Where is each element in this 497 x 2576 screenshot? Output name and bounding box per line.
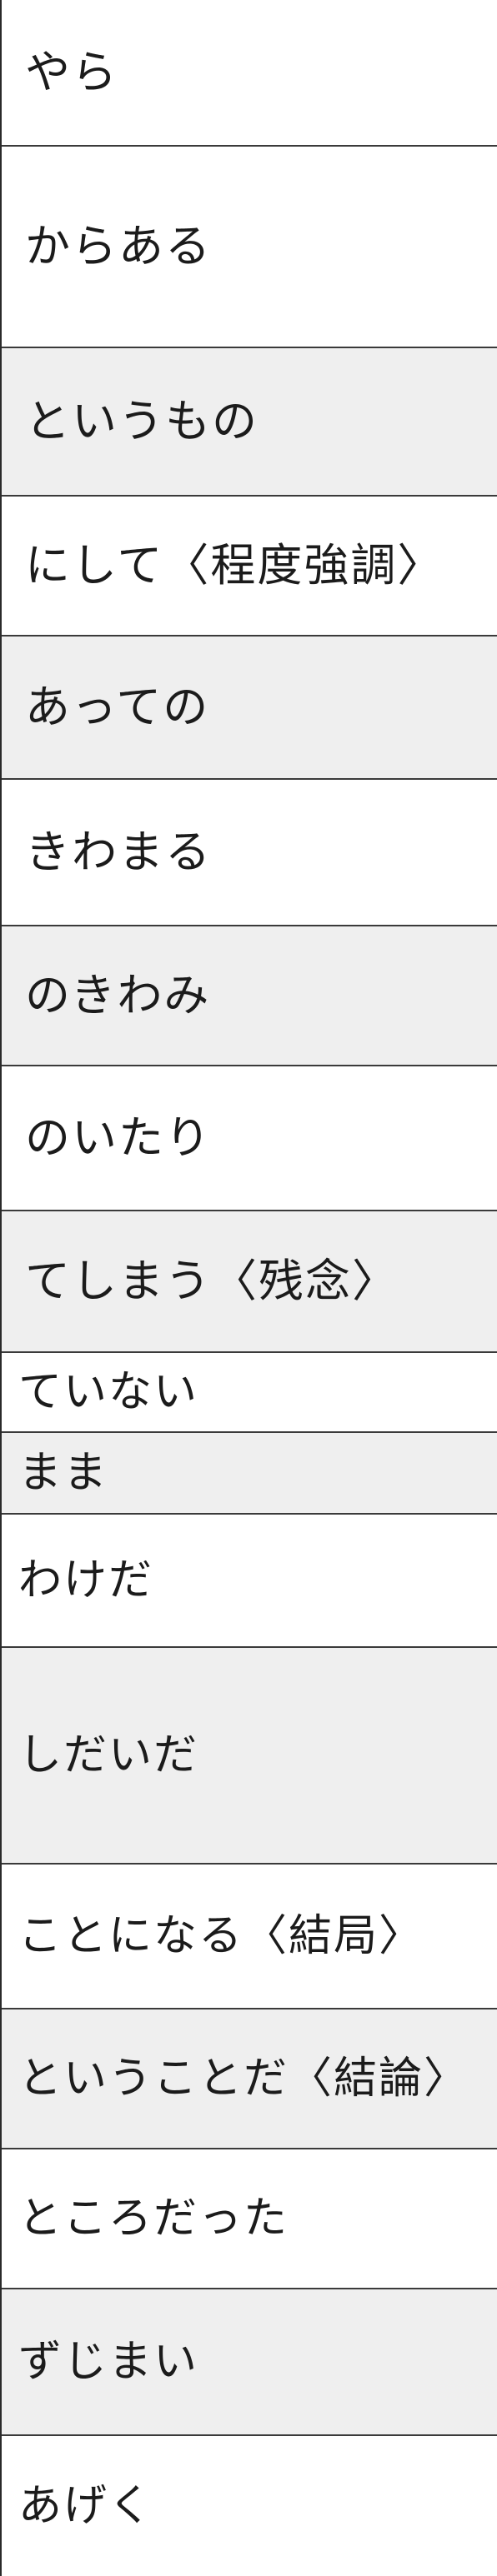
list-item: まま (2, 1431, 497, 1513)
list-item-label: あっての (25, 681, 210, 733)
list-item: ところだった (2, 2148, 497, 2288)
list-item-label: にして〈程度強調〉 (25, 539, 444, 592)
list-item-label: しだいだ (18, 1730, 199, 1780)
list-item: というもの (2, 347, 497, 495)
list-item: てしまう〈残念〉 (2, 1210, 497, 1351)
list-item: やら (2, 0, 497, 145)
list-item-label: てしまう〈残念〉 (25, 1255, 399, 1307)
list-item-label: ずじまい (18, 2337, 199, 2387)
list-item: ということだ〈結論〉 (2, 2008, 497, 2148)
list-item: からある (2, 145, 497, 347)
list-item: ずじまい (2, 2288, 497, 2434)
list-item: しだいだ (2, 1646, 497, 1863)
list-item: にして〈程度強調〉 (2, 495, 497, 635)
list-item-label: まま (18, 1448, 109, 1498)
list-item-label: やら (25, 46, 118, 98)
grammar-list: やら からある というもの にして〈程度強調〉 あっての きわまる のきわみ の… (0, 0, 497, 2576)
list-item-label: のいたり (25, 1111, 212, 1164)
list-item: わけだ (2, 1513, 497, 1646)
list-item-label: ところだった (18, 2194, 289, 2244)
list-item: のきわみ (2, 925, 497, 1065)
list-item-label: ということだ〈結論〉 (18, 2054, 469, 2104)
list-item-label: からある (25, 220, 212, 272)
list-item: ことになる〈結局〉 (2, 1863, 497, 2008)
list-item-label: ことになる〈結局〉 (18, 1911, 424, 1961)
list-item-label: のきわみ (25, 969, 211, 1021)
list-item: あげく (2, 2434, 497, 2576)
list-item: きわまる (2, 778, 497, 925)
list-item-label: というもの (25, 395, 259, 447)
list-item: ていない (2, 1351, 497, 1431)
list-item-label: あげく (18, 2481, 154, 2531)
list-item-label: ていない (18, 1367, 199, 1417)
list-item: のいたり (2, 1065, 497, 1210)
list-item-label: きわまる (25, 826, 212, 878)
list-item-label: わけだ (18, 1555, 154, 1605)
list-item: あっての (2, 635, 497, 778)
